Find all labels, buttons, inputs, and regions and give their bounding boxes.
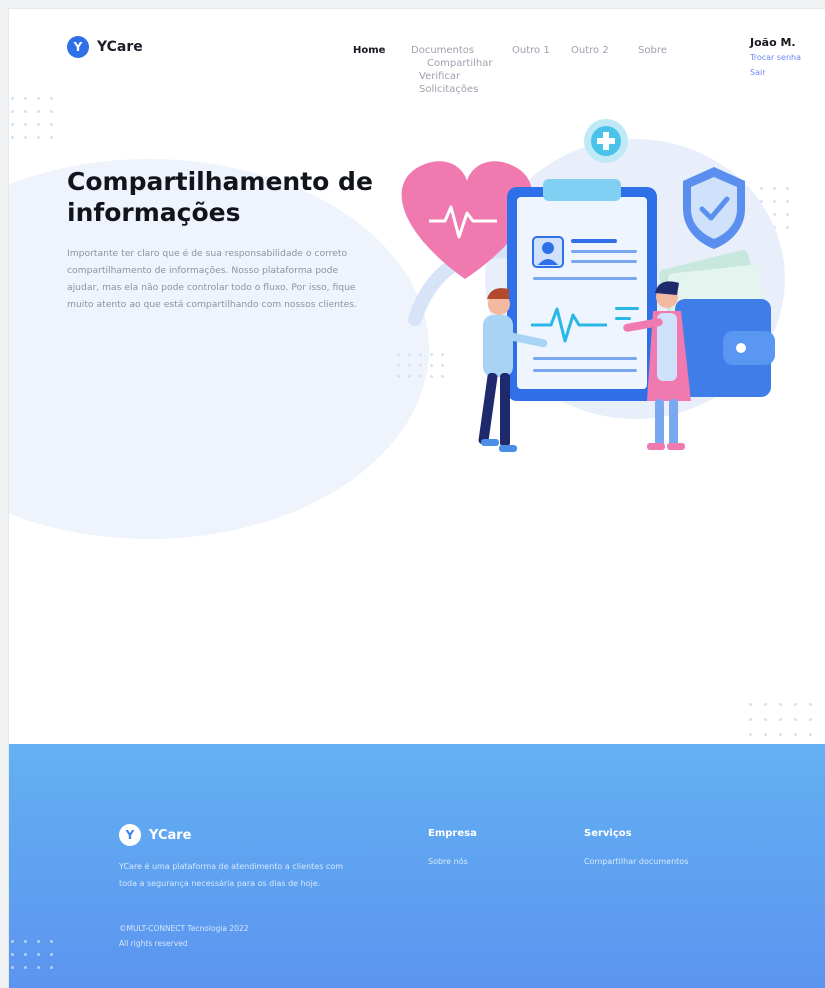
- logout-link[interactable]: Sair: [750, 66, 801, 79]
- footer-empresa-heading: Empresa: [428, 828, 477, 839]
- nav-outro-1[interactable]: Outro 1: [512, 45, 550, 56]
- nav-sobre[interactable]: Sobre: [638, 45, 667, 56]
- footer-description: YCare é uma plataforma de atendimento a …: [119, 862, 343, 888]
- plus-badge-icon: [584, 119, 628, 163]
- copyright-text: ©MULT-CONNECT Tecnologia 2022: [119, 924, 249, 933]
- dot-pattern-top-left: [11, 97, 53, 139]
- healthcare-illustration: [401, 119, 785, 452]
- change-password-link[interactable]: Trocar senha: [750, 51, 801, 64]
- documentos-submenu: Compartilhar Verificar Solicitações: [419, 57, 492, 96]
- y-logo-icon: Y: [119, 824, 141, 846]
- page-title: Compartilhamento de informações: [67, 167, 373, 227]
- footer-servicos-heading: Serviços: [584, 828, 632, 839]
- nav-documentos[interactable]: Documentos: [411, 45, 474, 56]
- brand-name: YCare: [97, 39, 143, 55]
- dot-pattern-footer: [11, 940, 53, 969]
- footer-link-sobre-nos[interactable]: Sobre nós: [428, 857, 468, 866]
- footer-link-compartilhar-documentos[interactable]: Compartilhar documentos: [584, 857, 688, 866]
- footer-copyright: ©MULT-CONNECT Tecnologia 2022 All rights…: [119, 921, 248, 951]
- nav-home[interactable]: Home: [353, 45, 385, 56]
- user-menu: João M. Trocar senha Sair: [750, 36, 801, 79]
- site-footer: Y YCare YCare é uma plataforma de atendi…: [9, 744, 825, 988]
- footer-brand-name: YCare: [149, 827, 192, 843]
- header-logo[interactable]: Y YCare: [67, 36, 143, 58]
- rights-text: All rights reserved: [119, 939, 188, 948]
- wallet-icon: [675, 299, 775, 397]
- dot-pattern-bottom-right: [749, 703, 812, 736]
- page: Y YCare Home Documentos Compartilhar Ver…: [8, 8, 825, 988]
- nav-outro-2[interactable]: Outro 2: [571, 45, 609, 56]
- hero-description: Importante ter claro que é de sua respon…: [67, 248, 358, 310]
- submenu-item-verificar[interactable]: Verificar: [419, 70, 492, 83]
- footer-logo[interactable]: Y YCare: [119, 824, 192, 846]
- submenu-item-compartilhar[interactable]: Compartilhar: [427, 57, 492, 70]
- submenu-item-solicitacoes[interactable]: Solicitações: [419, 83, 492, 96]
- y-logo-icon: Y: [67, 36, 89, 58]
- user-name[interactable]: João M.: [750, 36, 801, 49]
- clipboard-icon: [507, 179, 657, 401]
